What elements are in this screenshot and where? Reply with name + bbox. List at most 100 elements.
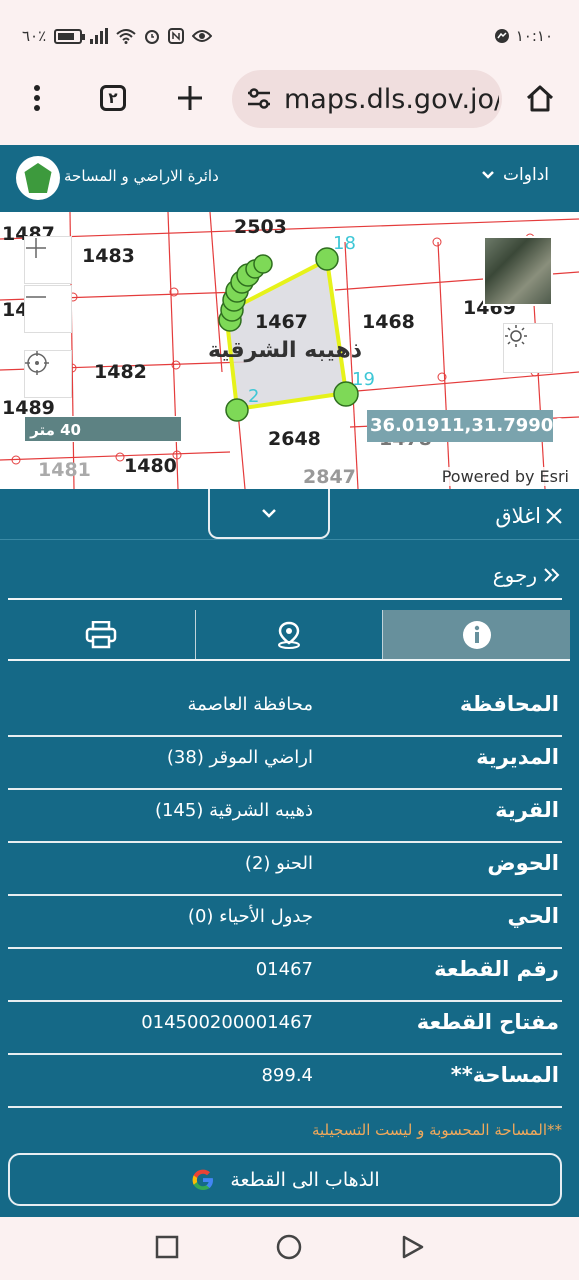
back-nav-button[interactable]	[400, 1235, 424, 1259]
detail-value: 014500200001467	[141, 1012, 313, 1033]
scale-bar: 40 متر	[24, 416, 182, 442]
screen: { "status_bar": { "battery": "٦٠٪", "tim…	[0, 0, 579, 1280]
signal-icon	[90, 28, 109, 44]
parcel-label: 1468	[362, 311, 415, 333]
detail-label: المحافظة	[459, 692, 559, 716]
detail-label: المساحة**	[450, 1063, 559, 1087]
messenger-icon	[494, 29, 509, 43]
detail-row-governorate: المحافظة محافظة العاصمة	[8, 684, 562, 737]
close-button[interactable]: اغلاق	[495, 504, 563, 528]
wifi-icon	[116, 29, 136, 44]
nfc-icon	[168, 28, 185, 44]
map-view[interactable]: 1487 1483 14 1482 1489 1481 1480 2503 14…	[0, 212, 579, 489]
detail-label: القرية	[495, 798, 559, 822]
dls-logo	[16, 156, 60, 200]
battery-percent: ٦٠٪	[22, 27, 47, 45]
parcel-label: 2847	[303, 466, 356, 488]
area-footnote: **المساحة المحسوبة و ليست التسجيلية	[311, 1121, 562, 1139]
detail-row-directorate: المديرية اراضي الموقر (38)	[8, 737, 562, 790]
more-menu-button[interactable]	[17, 78, 57, 118]
detail-value: 899.4	[261, 1065, 313, 1086]
detail-label: الحوض	[487, 851, 559, 875]
recents-button[interactable]	[155, 1235, 179, 1259]
detail-row-village: القرية ذهيبه الشرقية (145)	[8, 790, 562, 843]
detail-label: الحي	[507, 904, 559, 928]
tabs-button[interactable]: ٢	[93, 78, 133, 118]
info-icon	[462, 621, 491, 649]
app-title: دائرة الاراضي و المساحة	[64, 167, 219, 185]
battery-icon	[54, 28, 86, 44]
detail-label: المديرية	[476, 745, 559, 769]
new-tab-button[interactable]	[170, 78, 210, 118]
crosshair-icon	[25, 351, 49, 375]
sun-icon	[505, 325, 527, 347]
parcel-label: 1481	[38, 459, 91, 481]
minus-icon	[26, 296, 46, 298]
collapse-panel-button[interactable]	[208, 489, 330, 539]
coordinates-readout: 36.01911,31.79909	[367, 410, 566, 442]
home-icon	[526, 85, 554, 112]
vertex-label: 18	[333, 233, 356, 254]
chevron-down-icon	[262, 509, 276, 518]
go-to-parcel-button[interactable]: الذهاب الى القطعة	[8, 1153, 562, 1206]
tab-count: ٢	[100, 85, 126, 111]
back-label: رجوع	[492, 563, 537, 587]
detail-label: رقم القطعة	[434, 957, 559, 981]
vertex-label: 19	[352, 369, 375, 390]
basemap-toggle[interactable]	[483, 236, 553, 306]
parcel-label: 1480	[124, 455, 177, 477]
detail-row-parcel-number: رقم القطعة 01467	[8, 949, 562, 1002]
divider	[8, 598, 562, 600]
locate-button[interactable]	[24, 350, 72, 398]
divider	[0, 539, 579, 540]
parcel-label: 2648	[268, 428, 321, 450]
url-text: maps.dls.gov.jo/	[284, 83, 499, 115]
home-button[interactable]	[520, 78, 560, 118]
site-settings-icon[interactable]	[246, 87, 272, 111]
more-vert-icon	[34, 85, 40, 111]
app-header: دائرة الاراضي و المساحة اداوات	[0, 145, 579, 212]
alarm-icon	[145, 30, 160, 44]
parcel-details-table: المحافظة محافظة العاصمة المديرية اراضي ا…	[8, 684, 562, 1108]
chevron-down-icon	[482, 171, 494, 179]
plus-icon	[26, 238, 46, 258]
zoom-in-button[interactable]	[24, 236, 72, 284]
detail-value: الحنو (2)	[244, 853, 313, 874]
parcel-info-panel: اغلاق رجوع المحافظة محافظة العاصمة المدي…	[0, 489, 579, 1217]
close-icon	[546, 508, 562, 524]
parcel-label: 1467	[255, 311, 308, 333]
back-button[interactable]: رجوع	[493, 563, 561, 587]
location-pin-icon	[278, 621, 300, 649]
clock: ١٠:١٠	[515, 27, 553, 45]
tools-label: اداوات	[503, 165, 549, 185]
close-label: اغلاق	[495, 504, 541, 528]
goto-label: الذهاب الى القطعة	[230, 1168, 380, 1191]
status-left: ٦٠٪	[22, 27, 213, 45]
detail-value: ذهيبه الشرقية (145)	[154, 800, 313, 821]
status-right: ١٠:١٠	[494, 27, 553, 45]
detail-value: جدول الأحياء (0)	[187, 906, 313, 927]
status-bar: ٦٠٪ ١٠:١٠	[0, 0, 579, 70]
address-bar[interactable]: maps.dls.gov.jo/	[232, 70, 502, 128]
detail-label: مفتاح القطعة	[416, 1010, 559, 1034]
home-nav-button[interactable]	[276, 1234, 302, 1260]
vertex-label: 2	[248, 386, 259, 407]
tab-print[interactable]	[8, 610, 196, 660]
google-icon	[192, 1169, 214, 1190]
tab-info[interactable]	[383, 610, 571, 660]
village-label: ذهيبه الشرقية	[208, 338, 362, 363]
brightness-button[interactable]	[503, 323, 553, 373]
parcel-label: 1483	[82, 245, 135, 267]
zoom-out-button[interactable]	[24, 285, 72, 333]
browser-toolbar: ٢ maps.dls.gov.jo/	[0, 70, 579, 145]
panel-tabs	[8, 610, 571, 660]
detail-row-parcel-key: مفتاح القطعة 014500200001467	[8, 1002, 562, 1055]
parcel-label: 1482	[94, 361, 147, 383]
divider	[8, 659, 570, 661]
double-chevron-right-icon	[544, 568, 560, 582]
detail-value: محافظة العاصمة	[187, 694, 313, 715]
tab-location[interactable]	[196, 610, 384, 660]
detail-row-neighborhood: الحي جدول الأحياء (0)	[8, 896, 562, 949]
tools-menu-button[interactable]: اداوات	[481, 165, 549, 185]
detail-value: 01467	[255, 959, 313, 980]
